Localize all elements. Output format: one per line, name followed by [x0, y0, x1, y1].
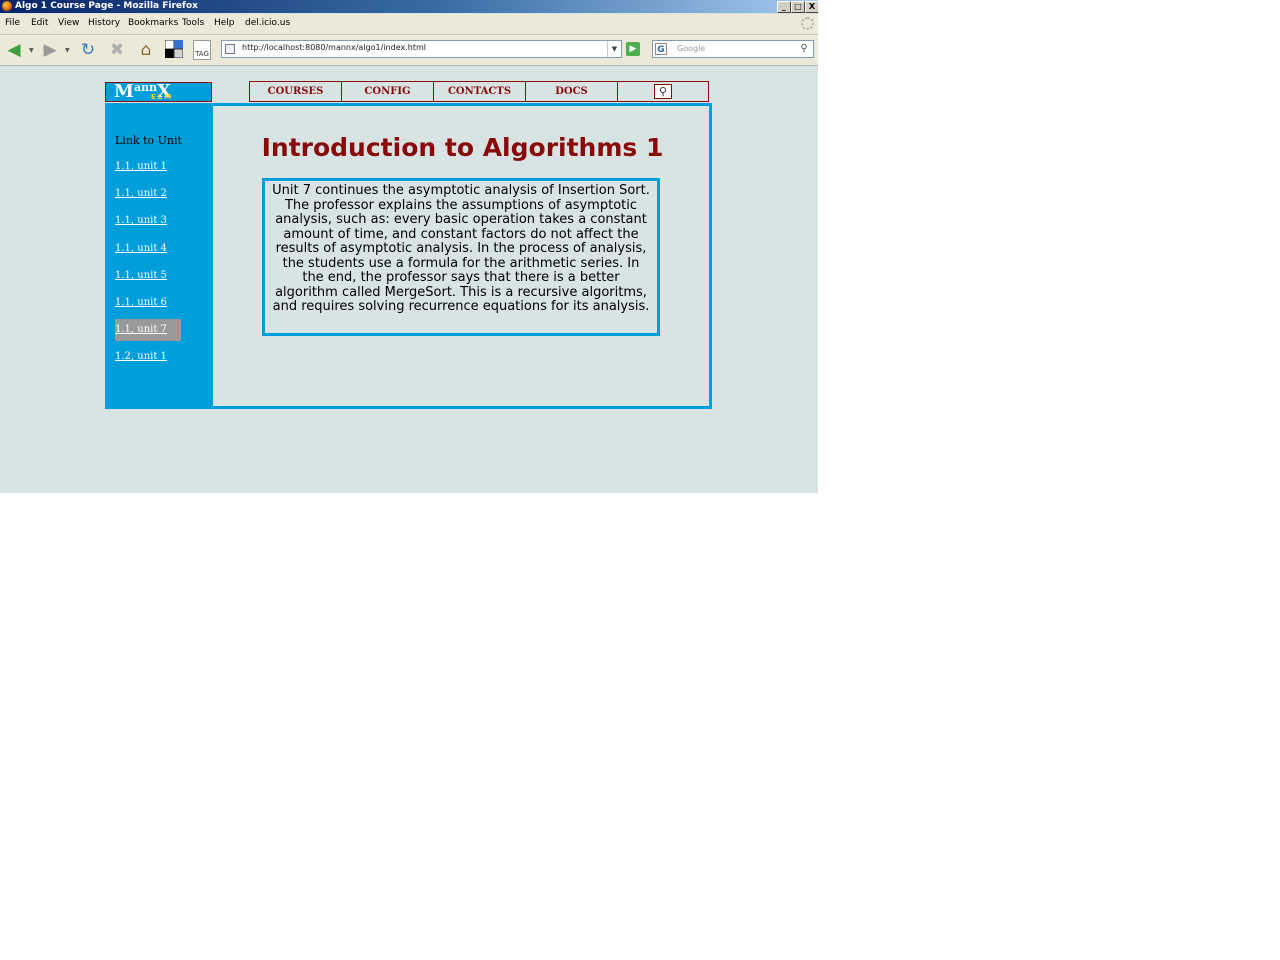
search-placeholder[interactable]: Google — [677, 44, 705, 53]
throbber-icon — [801, 17, 814, 30]
unit-link-1-1-2[interactable]: 1.1, unit 2 — [115, 183, 181, 205]
reload-icon[interactable]: ↻ — [78, 40, 98, 60]
navigation-toolbar: ◀ ▼ ▶ ▼ ↻ ✖ ⌂ TAG http://localhost:8080/… — [0, 35, 818, 66]
minimize-button[interactable]: _ — [777, 1, 791, 13]
nav-config[interactable]: CONFIG — [341, 81, 434, 102]
nav-search: ⚲ — [617, 81, 709, 102]
tag-icon[interactable]: TAG — [193, 40, 211, 60]
browser-window: Algo 1 Course Page - Mozilla Firefox _ □… — [0, 0, 818, 493]
sidebar-heading: Link to Unit — [115, 134, 182, 147]
menu-help[interactable]: Help — [214, 18, 235, 28]
nav-contacts[interactable]: CONTACTS — [433, 81, 526, 102]
nav-docs[interactable]: DOCS — [525, 81, 618, 102]
unit-link-1-1-5[interactable]: 1.1, unit 5 — [115, 265, 181, 287]
sidebar: Link to Unit 1.1, unit 1 1.1, unit 2 1.1… — [105, 103, 213, 409]
menu-delicious[interactable]: del.icio.us — [245, 18, 290, 28]
unit-link-1-1-1[interactable]: 1.1, unit 1 — [115, 156, 181, 178]
go-icon[interactable]: ▶ — [626, 42, 640, 56]
page-favicon-icon — [225, 44, 235, 54]
top-navigation: COURSES CONFIG CONTACTS DOCS ⚲ — [249, 81, 709, 102]
site-logo[interactable]: MannX ELM — [105, 81, 212, 102]
forward-dropdown-icon[interactable]: ▼ — [65, 47, 70, 54]
search-icon[interactable]: ⚲ — [797, 42, 811, 56]
maximize-button[interactable]: □ — [791, 1, 805, 13]
stop-icon[interactable]: ✖ — [107, 40, 127, 60]
page-title: Introduction to Algorithms 1 — [261, 133, 664, 162]
menu-bar: File Edit View History Bookmarks Tools H… — [0, 14, 818, 35]
unit-link-1-1-4[interactable]: 1.1, unit 4 — [115, 238, 181, 260]
google-engine-icon[interactable]: G — [655, 43, 667, 55]
home-icon[interactable]: ⌂ — [136, 40, 156, 60]
menu-history[interactable]: History — [88, 18, 120, 28]
url-history-dropdown-icon[interactable]: ▼ — [607, 41, 621, 57]
close-button[interactable]: X — [805, 1, 818, 13]
window-title: Algo 1 Course Page - Mozilla Firefox — [15, 1, 198, 11]
unit-link-1-1-3[interactable]: 1.1, unit 3 — [115, 210, 181, 232]
url-bar[interactable]: http://localhost:8080/mannx/algo1/index.… — [221, 40, 622, 58]
back-dropdown-icon[interactable]: ▼ — [29, 47, 34, 54]
firefox-icon — [2, 1, 12, 11]
url-text[interactable]: http://localhost:8080/mannx/algo1/index.… — [242, 43, 426, 52]
magnifier-icon[interactable]: ⚲ — [654, 84, 672, 99]
menu-view[interactable]: View — [58, 18, 79, 28]
menu-file[interactable]: File — [5, 18, 20, 28]
unit-link-1-1-7[interactable]: 1.1, unit 7 — [115, 319, 181, 341]
logo-subtext: ELM — [151, 93, 174, 101]
title-bar: Algo 1 Course Page - Mozilla Firefox _ □… — [0, 0, 818, 13]
unit-link-1-2-1[interactable]: 1.2, unit 1 — [115, 346, 181, 368]
menu-bookmarks[interactable]: Bookmarks — [128, 18, 178, 28]
search-bar[interactable]: G Google ⚲ — [652, 40, 814, 58]
menu-edit[interactable]: Edit — [31, 18, 48, 28]
forward-icon[interactable]: ▶ — [40, 40, 60, 60]
nav-courses[interactable]: COURSES — [249, 81, 342, 102]
back-icon[interactable]: ◀ — [4, 40, 24, 60]
unit-description: Unit 7 continues the asymptotic analysis… — [262, 178, 660, 336]
unit-link-1-1-6[interactable]: 1.1, unit 6 — [115, 292, 181, 314]
delicious-icon[interactable] — [164, 39, 184, 60]
menu-tools[interactable]: Tools — [182, 18, 204, 28]
